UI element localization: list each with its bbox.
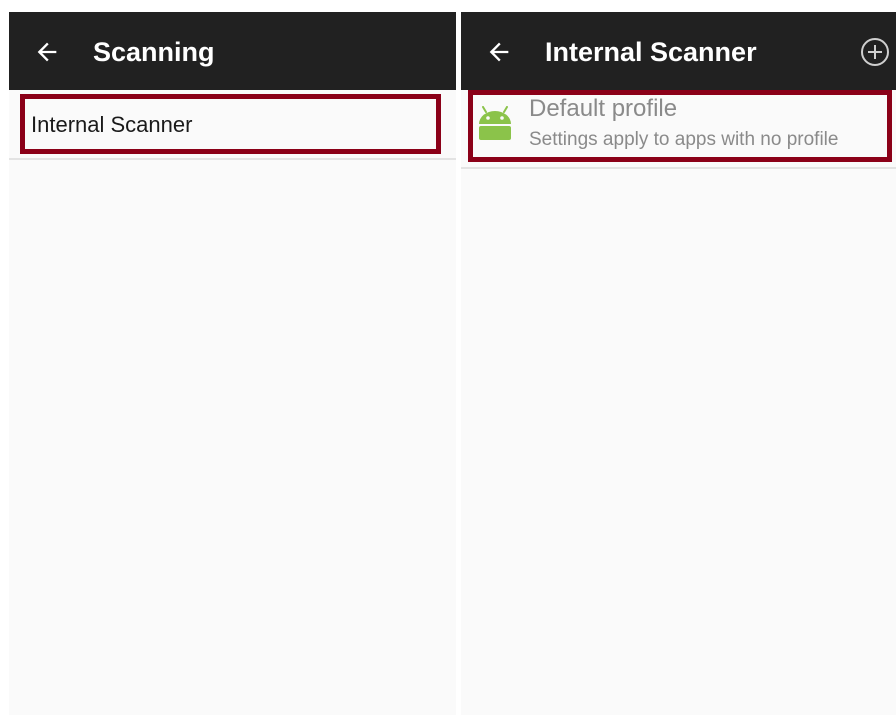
add-profile-button[interactable] <box>860 37 890 67</box>
app-bar: Scanning <box>9 12 456 90</box>
page-title: Internal Scanner <box>545 37 757 67</box>
arrow-left-icon <box>37 42 57 62</box>
arrow-left-icon <box>489 42 509 62</box>
scanning-screen: Scanning Internal Scanner <box>9 12 456 715</box>
list-item-internal-scanner[interactable]: Internal Scanner <box>9 90 456 160</box>
back-button[interactable] <box>483 36 515 68</box>
list-item-label: Internal Scanner <box>31 112 193 137</box>
back-button[interactable] <box>31 36 63 68</box>
list-item-title: Default profile <box>529 95 678 122</box>
list-item-subtitle: Settings apply to apps with no profile <box>529 129 839 150</box>
android-icon <box>479 106 511 140</box>
app-bar: Internal Scanner <box>461 12 896 90</box>
page-title: Scanning <box>93 37 215 67</box>
add-circle-icon <box>861 38 889 66</box>
list-item-default-profile[interactable]: Default profile Settings apply to apps w… <box>461 90 896 169</box>
internal-scanner-screen: Internal Scanner Default profile Setting… <box>461 12 896 715</box>
profile-list: Default profile Settings apply to apps w… <box>461 90 896 169</box>
scanner-list: Internal Scanner <box>9 90 456 160</box>
